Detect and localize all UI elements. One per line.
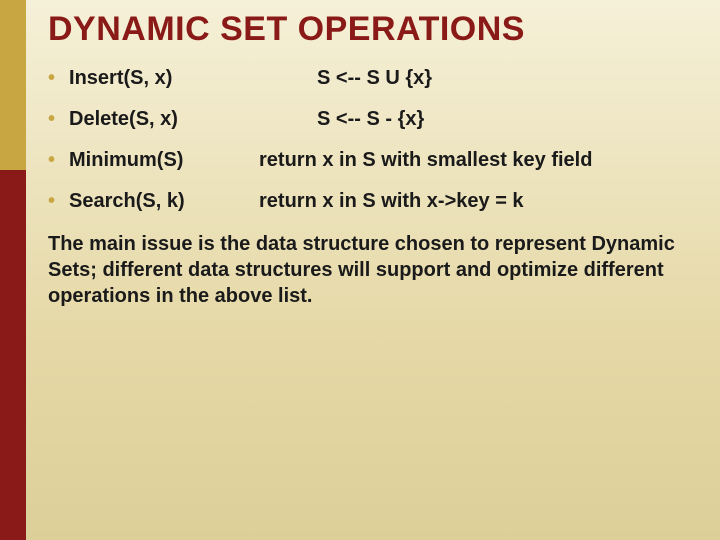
op-desc: return x in S with smallest key field: [259, 149, 694, 172]
op-name: Minimum(S): [69, 149, 259, 172]
bullet-icon: •: [48, 68, 55, 88]
bullet-icon: •: [48, 191, 55, 211]
slide: DYNAMIC SET OPERATIONS • Insert(S, x) S …: [0, 0, 720, 540]
op-desc: S <-- S - {x}: [259, 108, 694, 131]
op-desc: S <-- S U {x}: [259, 67, 694, 90]
operations-list: • Insert(S, x) S <-- S U {x} • Delete(S,…: [48, 67, 694, 213]
left-accent-bar: [0, 0, 26, 540]
slide-title: DYNAMIC SET OPERATIONS: [48, 10, 694, 49]
bullet-icon: •: [48, 150, 55, 170]
left-accent-gold: [0, 0, 26, 170]
list-item: • Minimum(S) return x in S with smallest…: [48, 149, 694, 172]
op-name: Search(S, k): [69, 190, 259, 213]
op-desc: return x in S with x->key = k: [259, 190, 694, 213]
op-name: Insert(S, x): [69, 67, 259, 90]
list-item: • Insert(S, x) S <-- S U {x}: [48, 67, 694, 90]
paragraph: The main issue is the data structure cho…: [48, 231, 688, 309]
bullet-icon: •: [48, 109, 55, 129]
list-item: • Delete(S, x) S <-- S - {x}: [48, 108, 694, 131]
slide-content: DYNAMIC SET OPERATIONS • Insert(S, x) S …: [26, 0, 720, 540]
list-item: • Search(S, k) return x in S with x->key…: [48, 190, 694, 213]
op-name: Delete(S, x): [69, 108, 259, 131]
